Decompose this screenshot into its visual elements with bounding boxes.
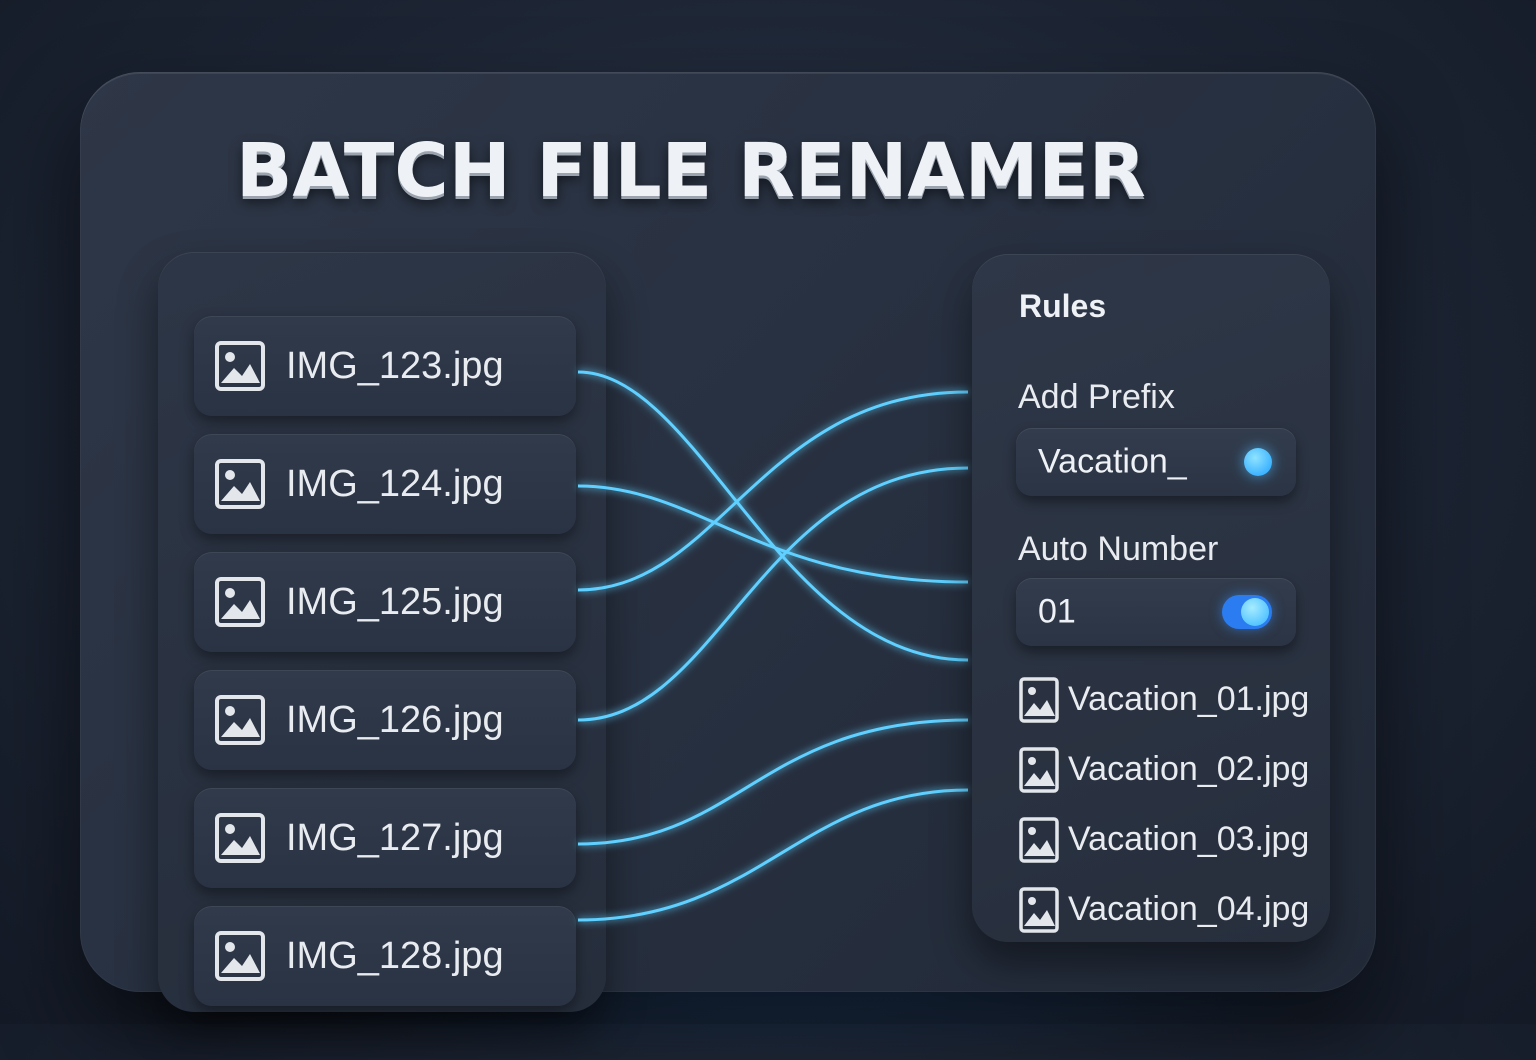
output-file-name: Vacation_01.jpg [1068, 680, 1310, 718]
source-file-row[interactable]: IMG_126.jpg [194, 670, 576, 770]
add-prefix-field[interactable]: Vacation_ [1016, 428, 1296, 496]
source-file-row[interactable]: IMG_125.jpg [194, 552, 576, 652]
image-icon [215, 813, 265, 863]
add-prefix-value[interactable]: Vacation_ [1038, 443, 1187, 482]
source-file-name: IMG_127.jpg [286, 816, 504, 859]
source-file-row[interactable]: IMG_127.jpg [194, 788, 576, 888]
output-file-row[interactable]: Vacation_03.jpg [1018, 816, 1318, 868]
image-icon [1019, 817, 1059, 863]
auto-number-label: Auto Number [1018, 530, 1219, 568]
image-icon [1019, 677, 1059, 723]
output-file-row[interactable]: Vacation_02.jpg [1018, 746, 1318, 798]
source-file-name: IMG_125.jpg [286, 580, 504, 623]
source-file-name: IMG_124.jpg [286, 462, 504, 505]
image-icon [215, 931, 265, 981]
output-file-row[interactable]: Vacation_04.jpg [1018, 886, 1318, 938]
source-file-row[interactable]: IMG_123.jpg [194, 316, 576, 416]
output-file-row[interactable]: Vacation_01.jpg [1018, 676, 1318, 728]
app-title: BATCH FILE RENAMER [236, 128, 1146, 214]
output-file-name: Vacation_04.jpg [1068, 890, 1310, 928]
image-icon [215, 695, 265, 745]
image-icon [215, 459, 265, 509]
toggle-knob [1241, 598, 1269, 626]
image-icon [215, 341, 265, 391]
source-file-row[interactable]: IMG_128.jpg [194, 906, 576, 1006]
image-icon [1019, 887, 1059, 933]
output-file-name: Vacation_02.jpg [1068, 750, 1310, 788]
rules-heading: Rules [1019, 288, 1107, 324]
source-file-row[interactable]: IMG_124.jpg [194, 434, 576, 534]
add-prefix-label: Add Prefix [1018, 378, 1175, 416]
output-file-name: Vacation_03.jpg [1068, 820, 1310, 858]
source-file-name: IMG_126.jpg [286, 698, 504, 741]
source-file-name: IMG_128.jpg [286, 934, 504, 977]
source-file-name: IMG_123.jpg [286, 344, 504, 387]
image-icon [1019, 747, 1059, 793]
add-prefix-toggle[interactable] [1244, 448, 1272, 476]
auto-number-value[interactable]: 01 [1038, 593, 1076, 632]
auto-number-toggle[interactable] [1222, 595, 1272, 629]
auto-number-field[interactable]: 01 [1016, 578, 1296, 646]
image-icon [215, 577, 265, 627]
